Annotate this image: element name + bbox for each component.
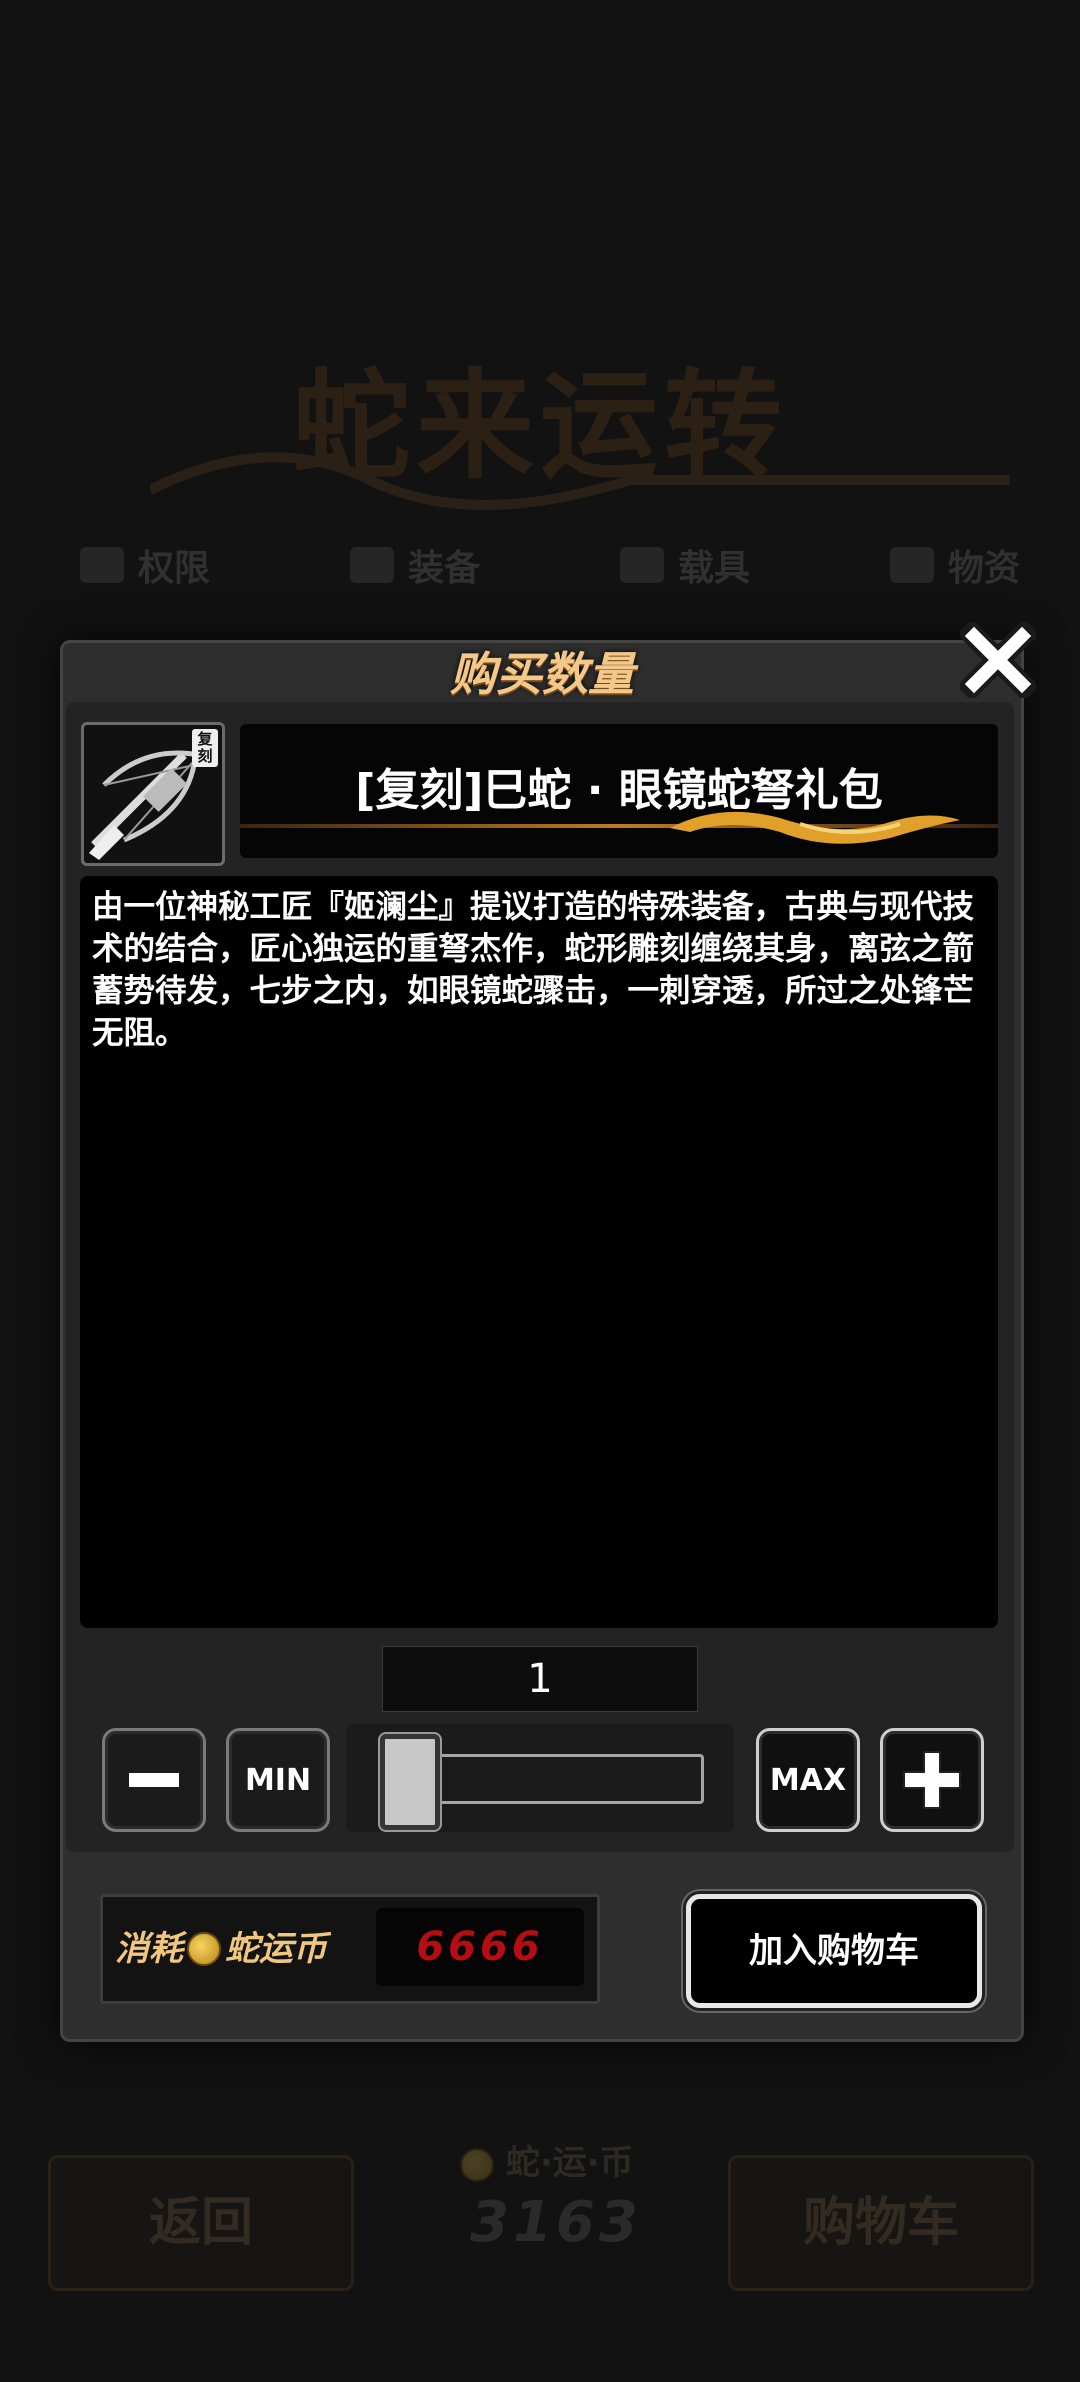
title-snake-decoration bbox=[150, 452, 1010, 510]
tab-label: 装备 bbox=[407, 548, 480, 589]
max-button[interactable]: MAX bbox=[756, 1728, 860, 1832]
increase-button[interactable] bbox=[880, 1728, 984, 1832]
crate-icon bbox=[889, 547, 934, 583]
box-icon bbox=[80, 547, 124, 583]
close-button[interactable] bbox=[956, 618, 1040, 702]
rerun-tag: 复刻 bbox=[192, 729, 218, 767]
item-description: 由一位神秘工匠『姬澜尘』提议打造的特殊装备，古典与现代技术的结合，匠心独运的重弩… bbox=[92, 889, 975, 1051]
cost-currency: 蛇运币 bbox=[225, 1929, 327, 1969]
golden-snake-underline bbox=[240, 811, 998, 844]
item-thumbnail: 复刻 bbox=[81, 722, 225, 866]
currency-label: 蛇·运·币 bbox=[460, 2135, 634, 2184]
back-button[interactable]: 返回 bbox=[48, 2155, 354, 2291]
coin-icon bbox=[187, 1932, 221, 1966]
cost-value: 6666 bbox=[376, 1908, 584, 1986]
cart-button[interactable]: 购物车 bbox=[728, 2155, 1034, 2291]
decrease-button[interactable] bbox=[102, 1728, 206, 1832]
coin-icon bbox=[460, 2147, 494, 2182]
quantity-display: 1 bbox=[382, 1646, 698, 1712]
cost-prefix: 消耗 bbox=[115, 1929, 183, 1969]
category-tabs: 权限 装备 载具 物资 bbox=[80, 530, 1020, 600]
tab-label: 权限 bbox=[138, 548, 211, 589]
tab-label: 物资 bbox=[947, 548, 1020, 589]
dialog-title: 购买数量 bbox=[450, 647, 634, 701]
close-icon bbox=[956, 618, 1040, 702]
tab-permissions[interactable]: 权限 bbox=[80, 530, 210, 600]
plus-icon bbox=[903, 1751, 961, 1809]
currency-balance: 3163 bbox=[470, 2190, 642, 2255]
minus-icon bbox=[129, 1773, 179, 1787]
cost-label: 消耗 蛇运币 bbox=[115, 1897, 327, 2001]
currency-label-text: 蛇·运·币 bbox=[505, 2143, 634, 2183]
item-name-panel: [复刻]巳蛇 · 眼镜蛇弩礼包 bbox=[240, 724, 998, 858]
item-description-panel: 由一位神秘工匠『姬澜尘』提议打造的特殊装备，古典与现代技术的结合，匠心独运的重弩… bbox=[80, 876, 998, 1628]
tab-supplies[interactable]: 物资 bbox=[889, 530, 1020, 600]
tab-vehicles[interactable]: 载具 bbox=[619, 530, 750, 600]
slider-thumb[interactable] bbox=[380, 1734, 440, 1830]
tab-equipment[interactable]: 装备 bbox=[349, 530, 480, 600]
tab-label: 载具 bbox=[677, 548, 750, 589]
min-button[interactable]: MIN bbox=[226, 1728, 330, 1832]
shield-icon bbox=[349, 547, 394, 583]
car-icon bbox=[619, 547, 664, 583]
add-to-cart-button[interactable]: 加入购物车 bbox=[686, 1894, 982, 2008]
